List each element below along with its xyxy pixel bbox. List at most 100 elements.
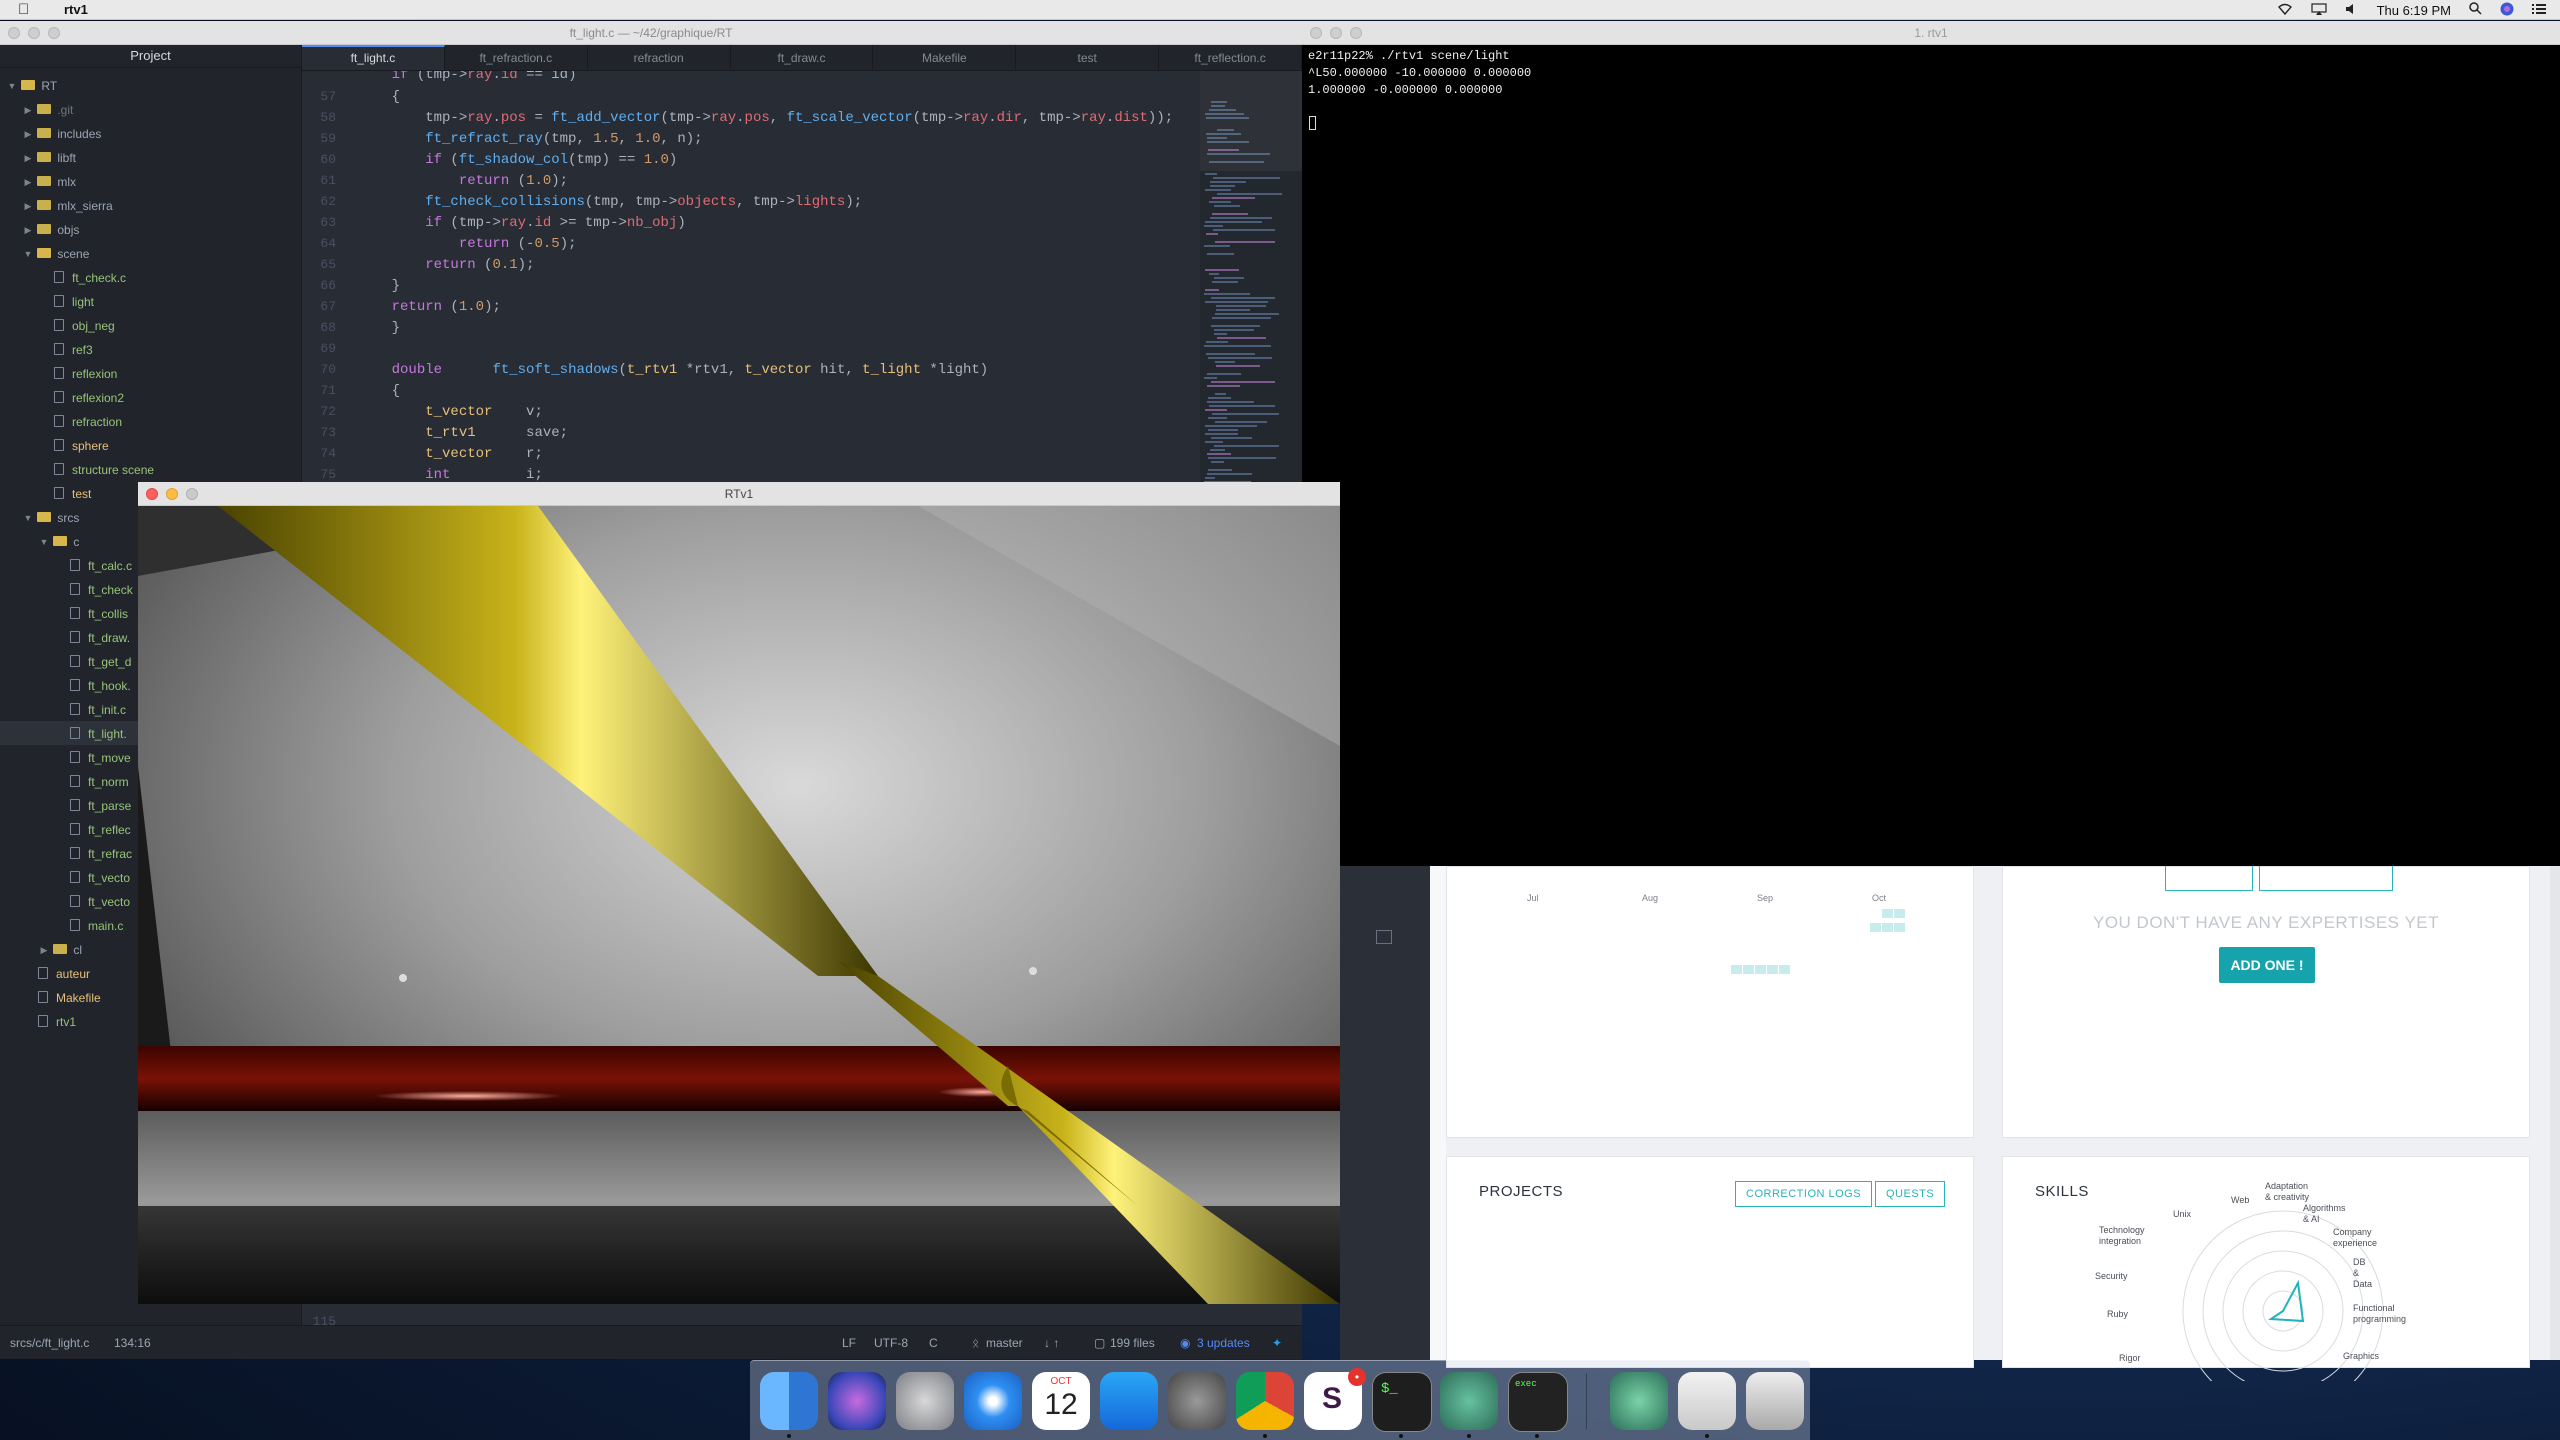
status-files[interactable]: 199 files	[1110, 1326, 1155, 1360]
chevron-right-icon[interactable]: ▶	[22, 218, 34, 242]
rtv1-minimize-button[interactable]	[166, 488, 178, 500]
editor-tab[interactable]: test	[1016, 45, 1160, 70]
chevron-right-icon[interactable]: ▶	[38, 938, 50, 962]
chevron-down-icon[interactable]: ▼	[22, 242, 34, 266]
status-encoding[interactable]: UTF-8	[874, 1326, 908, 1360]
terminal-close-button[interactable]	[1310, 27, 1322, 39]
rtv1-zoom-button[interactable]	[186, 488, 198, 500]
chrome-icon[interactable]	[1236, 1372, 1294, 1430]
chevron-right-icon[interactable]: ▶	[22, 122, 34, 146]
expertise-tab-2[interactable]	[2259, 865, 2393, 891]
siri-icon[interactable]	[828, 1372, 886, 1430]
tree-folder[interactable]: ▶ .git	[0, 97, 301, 122]
basket-icon[interactable]	[1376, 930, 1392, 944]
preview-icon[interactable]	[1678, 1372, 1736, 1430]
raytrace-render[interactable]	[138, 506, 1340, 1304]
terminal-minimize-button[interactable]	[1330, 27, 1342, 39]
minimap-viewport[interactable]	[1200, 71, 1302, 171]
app-store-icon[interactable]	[1100, 1372, 1158, 1430]
terminal-title-bar[interactable]: 1. rtv1	[1302, 21, 2560, 45]
editor-tab[interactable]: ft_refraction.c	[445, 45, 588, 70]
tree-folder[interactable]: ▶ libft	[0, 145, 301, 170]
editor-tab[interactable]: refraction	[588, 45, 731, 70]
status-grammar[interactable]: C	[929, 1326, 938, 1360]
chevron-down-icon[interactable]: ▼	[38, 530, 50, 554]
tree-file[interactable]: reflexion	[0, 361, 301, 385]
exec-icon[interactable]: exec	[1508, 1372, 1568, 1432]
terminal-icon[interactable]: $_	[1372, 1372, 1432, 1432]
tree-file[interactable]: ref3	[0, 337, 301, 361]
search-icon[interactable]	[2469, 2, 2482, 18]
chevron-right-icon[interactable]: ▶	[22, 170, 34, 194]
chevron-right-icon[interactable]: ▶	[22, 146, 34, 170]
add-expertise-button[interactable]: ADD ONE !	[2219, 947, 2315, 983]
atom-icon[interactable]	[1440, 1372, 1498, 1430]
atom-icon-2[interactable]	[1610, 1372, 1668, 1430]
line-number: 74	[320, 446, 336, 461]
tree-file[interactable]: refraction	[0, 409, 301, 433]
chevron-right-icon[interactable]: ▶	[22, 98, 34, 122]
tree-folder[interactable]: ▼ scene	[0, 241, 301, 266]
status-branch[interactable]: master	[986, 1326, 1023, 1360]
rtv1-title-bar[interactable]: RTv1	[138, 482, 1340, 506]
calendar-day	[1894, 965, 1905, 974]
status-cursor[interactable]: 134:16	[114, 1326, 151, 1360]
status-updates[interactable]: 3 updates	[1197, 1326, 1250, 1360]
atom-title-bar[interactable]: ft_light.c — ~/42/graphique/RT	[0, 21, 1302, 45]
tree-file[interactable]: obj_neg	[0, 313, 301, 337]
tree-file[interactable]: structure scene	[0, 457, 301, 481]
wifi-icon[interactable]	[2277, 3, 2293, 18]
git-fetch-icon[interactable]: ↓ ↑	[1044, 1326, 1059, 1360]
tree-folder[interactable]: ▶ mlx_sierra	[0, 193, 301, 218]
minimap-line	[1208, 457, 1276, 459]
web-scrollbar[interactable]	[2550, 866, 2560, 1360]
zoom-button[interactable]	[48, 27, 60, 39]
editor-tab[interactable]: ft_draw.c	[731, 45, 874, 70]
expertise-tab-1[interactable]	[2165, 865, 2253, 891]
menu-app-name[interactable]: rtv1	[64, 2, 88, 17]
status-line-ending[interactable]: LF	[842, 1326, 856, 1360]
safari-icon[interactable]	[964, 1372, 1022, 1430]
slack-icon[interactable]: S •	[1304, 1368, 1366, 1430]
tree-folder[interactable]: ▶ objs	[0, 217, 301, 242]
rtv1-close-button[interactable]	[146, 488, 158, 500]
terminal-zoom-button[interactable]	[1350, 27, 1362, 39]
trash-icon[interactable]	[1746, 1372, 1804, 1430]
tree-folder[interactable]: ▶ includes	[0, 121, 301, 146]
correction-logs-button[interactable]: CORRECTION LOGS	[1735, 1181, 1873, 1207]
editor-tab[interactable]: ft_reflection.c	[1159, 45, 1303, 70]
tree-file[interactable]: ft_check.c	[0, 265, 301, 289]
siri-icon[interactable]	[2500, 2, 2514, 19]
status-file-path[interactable]: srcs/c/ft_light.c	[10, 1326, 89, 1360]
updates-icon: ◉	[1180, 1336, 1191, 1350]
calendar-day	[1731, 965, 1742, 974]
apple-icon[interactable]: 	[18, 1, 34, 18]
airplay-icon[interactable]	[2310, 2, 2327, 18]
editor-tab[interactable]: ft_light.c	[302, 45, 445, 70]
minimap-line	[1206, 353, 1255, 355]
tree-file[interactable]: reflexion2	[0, 385, 301, 409]
clock[interactable]: Thu 6:19 PM	[2377, 3, 2451, 18]
list-icon[interactable]	[2532, 3, 2546, 18]
twitter-icon[interactable]: ✦	[1272, 1326, 1282, 1360]
tree-file[interactable]: sphere	[0, 433, 301, 457]
tree-file[interactable]: light	[0, 289, 301, 313]
minimap[interactable]	[1200, 71, 1302, 511]
chevron-down-icon[interactable]: ▼	[6, 74, 18, 98]
calendar-day	[1767, 979, 1778, 988]
finder-icon[interactable]	[760, 1372, 818, 1430]
system-preferences-icon[interactable]	[1168, 1372, 1226, 1430]
minimize-button[interactable]	[28, 27, 40, 39]
calendar-icon[interactable]: OCT 12	[1032, 1372, 1090, 1430]
chevron-down-icon[interactable]: ▼	[22, 506, 34, 530]
close-button[interactable]	[8, 27, 20, 39]
calendar-day	[1870, 965, 1881, 974]
launchpad-icon[interactable]	[896, 1372, 954, 1430]
volume-icon[interactable]	[2345, 3, 2359, 18]
calendar-day	[1640, 923, 1651, 932]
quests-button[interactable]: QUESTS	[1875, 1181, 1946, 1207]
tree-folder[interactable]: ▶ mlx	[0, 169, 301, 194]
tree-folder[interactable]: ▼ RT	[0, 73, 301, 98]
editor-tab[interactable]: Makefile	[873, 45, 1017, 70]
chevron-right-icon[interactable]: ▶	[22, 194, 34, 218]
